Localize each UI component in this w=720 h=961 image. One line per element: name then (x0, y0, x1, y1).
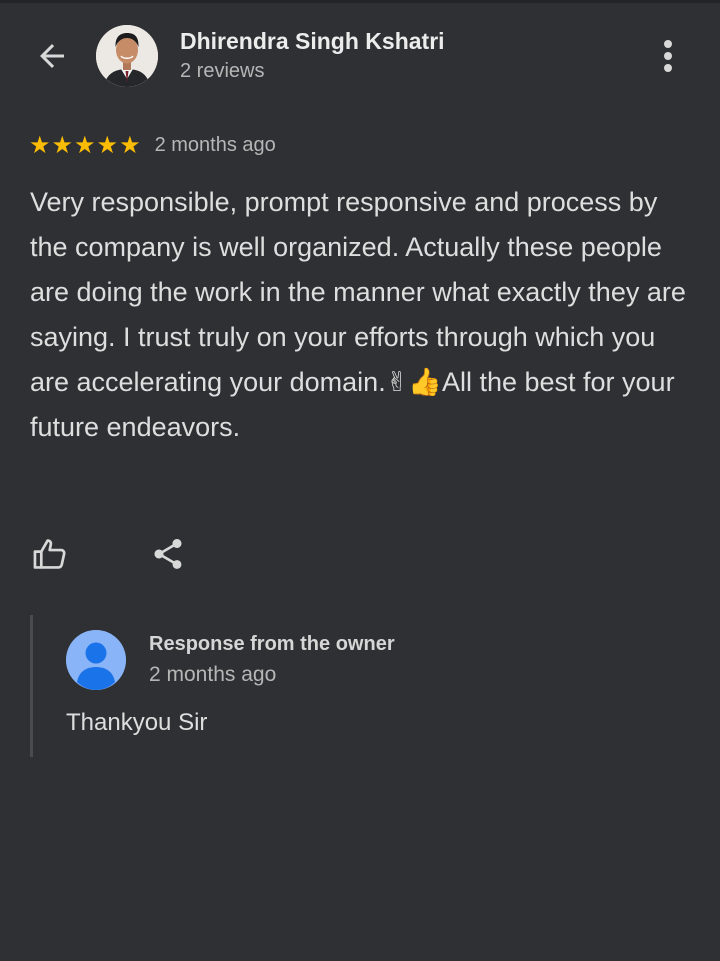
review-text: Very responsible, prompt responsive and … (30, 180, 700, 450)
owner-response: Response from the owner 2 months ago Tha… (30, 615, 693, 757)
share-icon (154, 539, 182, 569)
reviewer-name[interactable]: Dhirendra Singh Kshatri (180, 28, 445, 55)
review-time: 2 months ago (154, 133, 276, 156)
star-icon: ★ (119, 131, 141, 159)
reviewer-avatar[interactable] (96, 25, 158, 87)
more-options-button[interactable] (648, 34, 688, 78)
thumbs-up-emoji: 👍 (408, 367, 442, 398)
arrow-back-icon (40, 44, 64, 68)
like-button[interactable] (28, 532, 72, 576)
person-icon (66, 630, 126, 690)
share-button[interactable] (146, 532, 190, 576)
victory-hand-emoji: ✌ (385, 367, 409, 398)
star-icon: ★ (74, 131, 96, 159)
status-bar-edge (0, 0, 720, 3)
review-text-part1: Very responsible, prompt responsive and … (30, 187, 686, 397)
star-icon: ★ (29, 131, 51, 159)
owner-reply-text: Thankyou Sir (66, 709, 208, 736)
reviewer-review-count: 2 reviews (180, 60, 265, 82)
more-vert-icon (664, 40, 672, 72)
owner-response-time: 2 months ago (149, 663, 277, 686)
owner-response-title: Response from the owner (149, 633, 395, 655)
reviewer-photo (96, 25, 158, 87)
rating-row: ★ ★ ★ ★ ★ 2 months ago (29, 130, 276, 160)
star-icon: ★ (96, 131, 119, 159)
star-icon: ★ (51, 131, 74, 159)
star-rating: ★ ★ ★ ★ ★ (29, 133, 141, 157)
thumb-up-icon (33, 539, 66, 569)
owner-avatar (66, 630, 126, 690)
back-button[interactable] (30, 34, 74, 78)
